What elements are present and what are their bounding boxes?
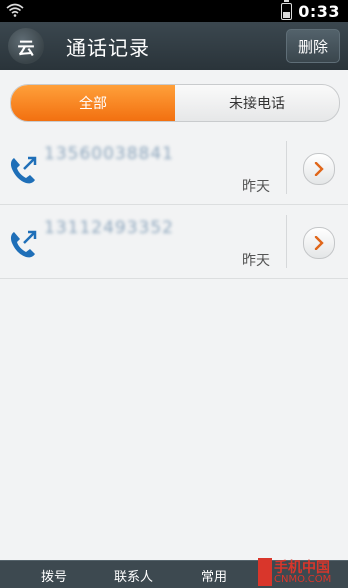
list-item[interactable]: 13560038841 昨天 (0, 131, 348, 205)
filter-tabs: 全部 未接电话 (10, 84, 340, 122)
title-bar: 云 通话记录 删除 (0, 22, 348, 70)
watermark-badge (258, 558, 272, 586)
outgoing-call-icon (10, 230, 37, 258)
call-list: 13560038841 昨天 13112493352 昨天 (0, 131, 348, 279)
nav-favorites[interactable]: 常用 (201, 566, 227, 585)
status-time: 0:33 (298, 1, 340, 21)
battery-icon (281, 0, 293, 20)
call-number: 13560038841 (44, 144, 174, 164)
row-divider (286, 141, 287, 194)
app-logo-icon[interactable]: 云 (8, 28, 44, 64)
nav-dialer[interactable]: 拨号 (41, 566, 67, 585)
outgoing-call-icon (10, 156, 37, 184)
call-detail-button[interactable] (303, 153, 335, 185)
list-item[interactable]: 13112493352 昨天 (0, 205, 348, 279)
delete-button[interactable]: 删除 (286, 29, 340, 63)
watermark-logo: 手机中国 CNMO.COM (258, 558, 348, 588)
app-logo-glyph: 云 (17, 38, 35, 59)
tab-all[interactable]: 全部 (11, 85, 175, 121)
call-number: 13112493352 (44, 218, 174, 238)
call-date: 昨天 (242, 179, 270, 195)
call-log-screen: 0:33 云 通话记录 删除 全部 未接电话 13560038841 昨天 13… (0, 0, 348, 588)
page-title: 通话记录 (66, 36, 150, 60)
chevron-right-icon (314, 236, 324, 250)
tab-missed-calls[interactable]: 未接电话 (175, 85, 339, 121)
call-date: 昨天 (242, 253, 270, 269)
row-divider (286, 215, 287, 268)
call-detail-button[interactable] (303, 227, 335, 259)
status-bar: 0:33 (0, 0, 348, 22)
nav-contacts[interactable]: 联系人 (114, 566, 153, 585)
wifi-icon (6, 3, 24, 17)
watermark-sub: CNMO.COM (274, 574, 332, 585)
chevron-right-icon (314, 162, 324, 176)
